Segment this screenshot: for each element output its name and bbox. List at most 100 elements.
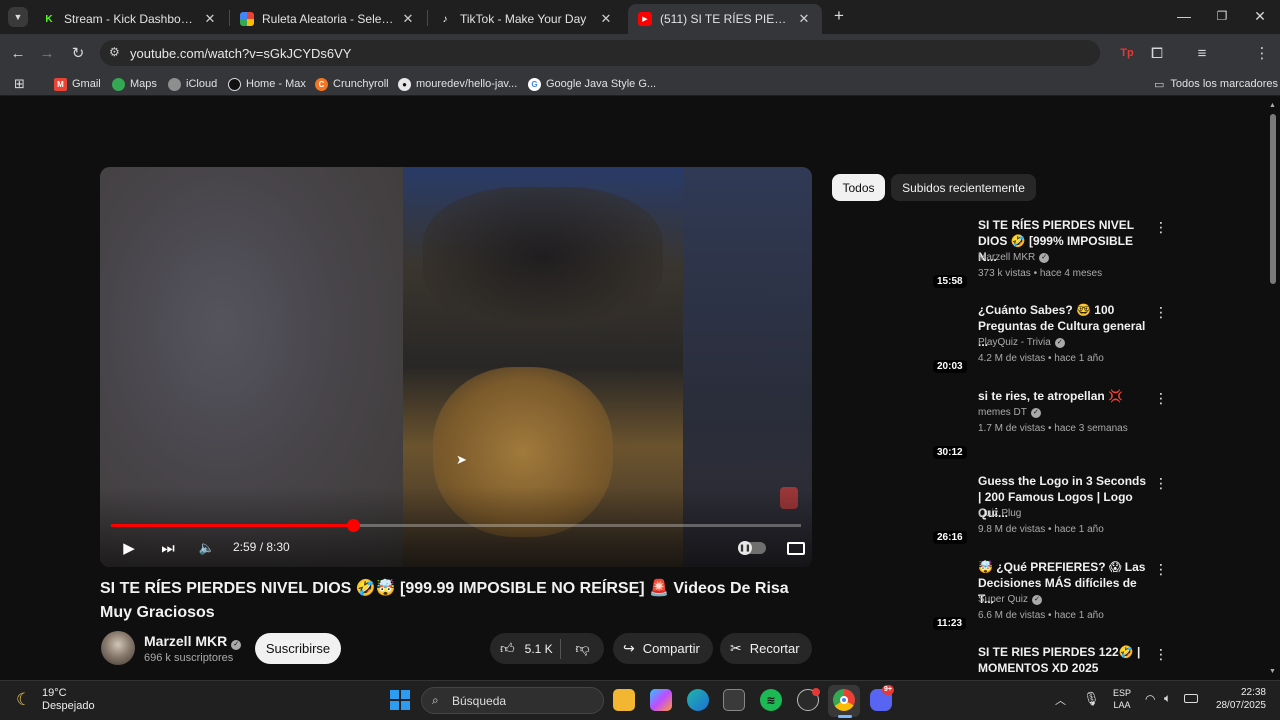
site-info-icon[interactable]: ⚙ — [109, 45, 120, 59]
volume-icon: 🔈 — [198, 540, 216, 555]
more-vert-icon[interactable]: ⋮ — [1154, 646, 1168, 663]
new-tab-button[interactable]: + — [830, 6, 848, 25]
close-icon[interactable]: ✕ — [202, 11, 218, 27]
store-icon[interactable] — [723, 689, 745, 711]
windows-logo-pane — [401, 690, 410, 699]
search-icon: ⌕ — [432, 693, 439, 707]
next-button[interactable]: ⏭ — [157, 537, 179, 559]
file-explorer-icon[interactable] — [613, 689, 635, 711]
chrome-icon[interactable] — [833, 689, 855, 711]
media-controls-button[interactable]: ≡ — [1190, 41, 1214, 65]
progress-scrubber[interactable] — [346, 519, 360, 532]
spotify-icon[interactable]: ≋ — [760, 689, 782, 711]
recommendation-channel[interactable]: PlayQuiz - Trivia ✓ — [978, 337, 1065, 348]
speaker-icon[interactable]: 🔈︎ — [1164, 691, 1171, 706]
more-vert-icon: ⋮ — [1254, 45, 1270, 62]
tray-overflow-button[interactable]: ︿ — [1055, 692, 1066, 708]
edge-icon[interactable] — [687, 689, 709, 711]
all-bookmarks-button[interactable]: ▭ Todos los marcadores — [1154, 76, 1278, 92]
like-button[interactable]: 👍︎ 5.1 K — [490, 640, 560, 657]
bookmark-icloud[interactable]: iCloud — [168, 76, 217, 92]
scroll-down-arrow[interactable]: ▼ — [1269, 668, 1276, 675]
recommendation-title[interactable]: si te ries, te atropellan 💢 — [978, 388, 1150, 404]
more-vert-icon[interactable]: ⋮ — [1154, 390, 1168, 407]
taskbar-search[interactable]: ⌕ Búsqueda — [421, 687, 604, 714]
windows-logo-icon — [390, 690, 399, 699]
subscribe-button[interactable]: Suscribirse — [255, 633, 341, 664]
recommendation-channel[interactable]: Quiz Plug — [978, 508, 1021, 519]
battery-icon[interactable] — [1184, 694, 1198, 703]
more-vert-icon[interactable]: ⋮ — [1154, 561, 1168, 578]
tab-search-button[interactable]: ▼ — [8, 7, 28, 27]
recommendation-item[interactable]: 30:12 si te ries, te atropellan 💢 memes … — [832, 388, 1172, 468]
scrollbar-thumb[interactable] — [1270, 114, 1276, 284]
channel-name[interactable]: Marzell MKR ✓ — [144, 633, 242, 650]
tiktok-icon: ♪ — [442, 13, 448, 25]
recommendation-item[interactable]: 20:03 ¿Cuánto Sabes? 🤓 100 Preguntas de … — [832, 302, 1172, 382]
clip-button[interactable]: ✂ Recortar — [720, 633, 812, 664]
progress-bar[interactable] — [111, 519, 801, 532]
bookmark-crunchyroll[interactable]: C Crunchyroll — [315, 76, 389, 92]
share-button[interactable]: ↪ Compartir — [613, 633, 713, 664]
reload-button[interactable]: ↻ — [66, 41, 90, 65]
apps-button[interactable]: ⊞ — [14, 76, 25, 92]
bookmark-google-java[interactable]: G Google Java Style G... — [528, 76, 656, 92]
tab-youtube-active[interactable]: ▶ (511) SI TE RÍES PIERDES NIVEL ✕ — [628, 4, 822, 34]
scroll-up-arrow[interactable]: ▲ — [1269, 102, 1276, 109]
language-indicator[interactable]: ESP LAA — [1110, 688, 1134, 710]
page-scrollbar[interactable]: ▲ ▼ — [1266, 100, 1280, 680]
address-bar[interactable]: ⚙ youtube.com/watch?v=sGkJCYDs6VY — [100, 40, 1100, 66]
recommendation-item[interactable]: 26:16 Guess the Logo in 3 Seconds | 200 … — [832, 473, 1172, 553]
copilot-icon[interactable] — [650, 689, 672, 711]
scissors-icon: ✂ — [730, 640, 742, 656]
discord-icon[interactable]: 9+ — [870, 685, 894, 711]
more-vert-icon[interactable]: ⋮ — [1154, 219, 1168, 236]
recommendation-item[interactable]: SI TE RIES PIERDES 122🤣 | MOMENTOS XD 20… — [832, 644, 1172, 680]
wifi-icon[interactable]: ◠ — [1145, 692, 1155, 706]
close-icon[interactable]: ✕ — [400, 11, 416, 27]
bookmark-gmail[interactable]: M Gmail — [54, 76, 101, 92]
extension-button[interactable]: Tp — [1115, 41, 1139, 65]
recommendation-channel[interactable]: memes DT ✓ — [978, 407, 1041, 418]
bookmark-maps[interactable]: Maps — [112, 76, 157, 92]
more-vert-icon[interactable]: ⋮ — [1154, 475, 1168, 492]
chip-todos[interactable]: Todos — [832, 174, 885, 201]
extension-tp-icon: Tp — [1120, 47, 1134, 59]
recommendation-channel[interactable]: Super Quiz ✓ — [978, 594, 1043, 605]
microphone-icon[interactable]: 🎙︎ — [1083, 691, 1100, 707]
close-window-button[interactable]: ✕ — [1240, 0, 1280, 32]
channel-name-text: Marzell MKR — [144, 633, 228, 649]
recommendation-item[interactable]: 11:23 🤯 ¿Qué PREFIERES? 😱 Las Decisiones… — [832, 559, 1172, 639]
play-button[interactable]: ▶ — [118, 537, 140, 559]
video-player[interactable]: ▶ ⏭ 🔈 2:59 / 8:30 ❚❚ — [100, 167, 812, 567]
bookmark-max[interactable]: Home - Max — [228, 76, 306, 92]
close-icon[interactable]: ✕ — [598, 11, 614, 27]
forward-button[interactable]: → — [35, 41, 59, 65]
more-vert-icon[interactable]: ⋮ — [1154, 304, 1168, 321]
minimize-button[interactable]: — — [1164, 0, 1204, 32]
clock[interactable]: 22:38 28/07/2025 — [1206, 687, 1266, 711]
maximize-button[interactable]: ❐ — [1202, 0, 1242, 32]
channel-avatar[interactable] — [101, 631, 135, 665]
like-count: 5.1 K — [524, 641, 553, 656]
back-button[interactable]: ← — [6, 41, 30, 65]
tab-kick-dashboard[interactable]: K Stream - Kick Dashboard ✕ — [32, 4, 228, 34]
extensions-button[interactable]: ⧠ — [1145, 41, 1169, 65]
close-icon[interactable]: ✕ — [796, 11, 812, 27]
bookmark-github[interactable]: ● mouredev/hello-jav... — [398, 76, 517, 92]
chatgpt-icon[interactable] — [797, 688, 820, 711]
start-button[interactable] — [390, 690, 410, 710]
menu-button[interactable]: ⋮ — [1250, 41, 1274, 65]
recommendation-channel[interactable]: Marzell MKR ✓ — [978, 252, 1050, 263]
subtitles-button[interactable] — [784, 537, 808, 559]
recommendation-item[interactable]: 15:58 SI TE RÍES PIERDES NIVEL DIOS 🤣 [9… — [832, 217, 1172, 297]
tab-ruleta[interactable]: Ruleta Aleatoria - Selector Perso ✕ — [230, 4, 426, 34]
weather-widget[interactable]: ☾ 19°C Despejado — [16, 686, 106, 714]
recommendation-title[interactable]: SI TE RIES PIERDES 122🤣 | MOMENTOS XD 20… — [978, 644, 1150, 676]
tab-label: (511) SI TE RÍES PIERDES NIVEL — [660, 12, 790, 26]
volume-button[interactable]: 🔈 — [196, 537, 218, 559]
autoplay-toggle[interactable]: ❚❚ — [738, 541, 766, 555]
chip-recent-uploads[interactable]: Subidos recientemente — [891, 174, 1036, 201]
tab-tiktok[interactable]: ♪ TikTok - Make Your Day ✕ — [428, 4, 624, 34]
dislike-button[interactable]: 👎︎ — [561, 640, 604, 657]
